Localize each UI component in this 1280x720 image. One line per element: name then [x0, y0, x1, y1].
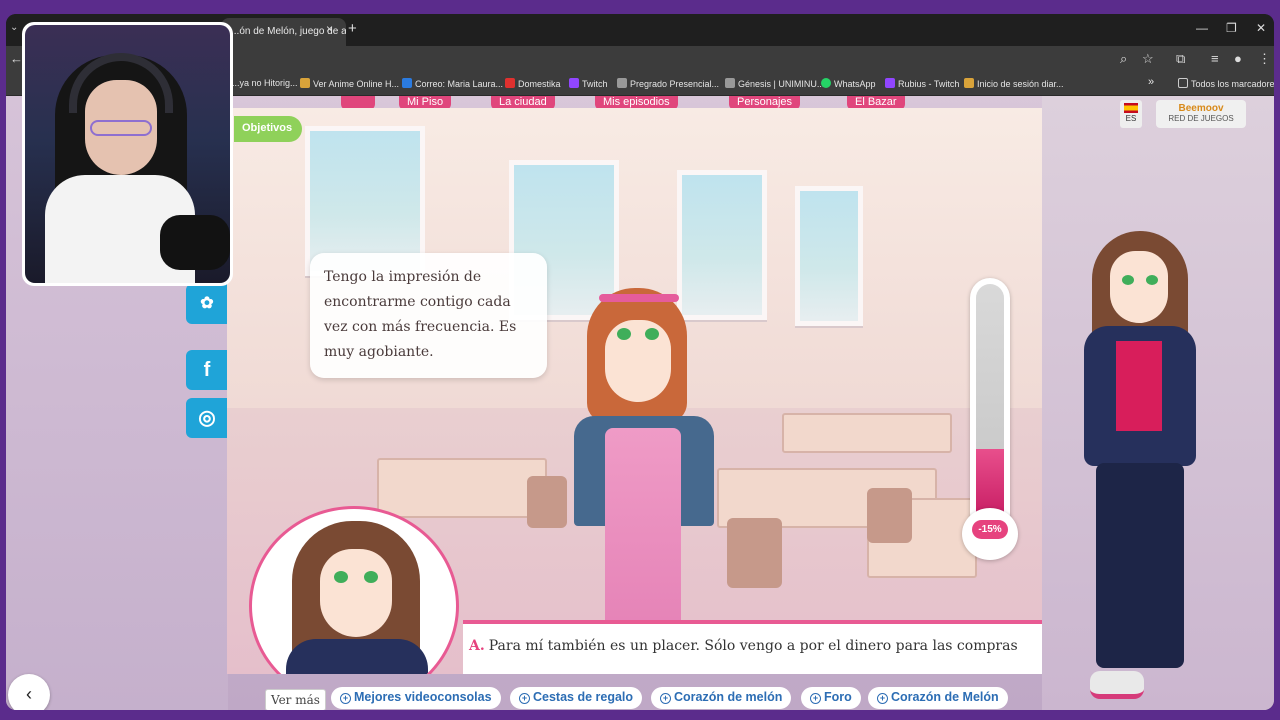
glasses — [90, 120, 152, 136]
plus-circle-icon: + — [519, 693, 530, 704]
bookmark-star-icon[interactable]: ☆ — [1142, 51, 1154, 67]
ver-mas-label: Ver más — [265, 689, 326, 710]
classroom-window — [795, 186, 863, 326]
bookmark-item[interactable]: ...ya no Hitorig... — [232, 78, 298, 88]
footer-link[interactable]: + Corazón de melón — [651, 687, 792, 709]
plus-circle-icon: + — [810, 693, 821, 704]
footer-link[interactable]: + Foro — [801, 687, 861, 709]
school-chair — [867, 488, 912, 543]
bookmark-item[interactable]: Génesis | UNIMINU... — [725, 78, 824, 89]
bookmark-item[interactable]: Correo: Maria Laura... — [402, 78, 503, 89]
new-tab-icon[interactable]: + — [348, 20, 357, 37]
bookmark-item[interactable]: WhatsApp — [821, 78, 876, 89]
tab-close-icon[interactable]: × — [326, 22, 333, 36]
bookmark-item[interactable]: Ver Anime Online H... — [300, 78, 399, 89]
footer-link[interactable]: + Corazón de Melón — [868, 687, 1008, 709]
school-desk — [377, 458, 547, 518]
plus-circle-icon: + — [877, 693, 888, 704]
school-desk — [782, 413, 952, 453]
answer-option[interactable]: A. Para mí también es un placer. Sólo ven… — [463, 620, 1042, 674]
npc-character — [569, 288, 719, 674]
footer-link[interactable]: + Cestas de regalo — [510, 687, 643, 709]
npc-eye — [617, 328, 631, 340]
network-logo[interactable]: Beemoov RED DE JUEGOS — [1156, 100, 1246, 128]
media-icon[interactable]: ≡ — [1211, 51, 1219, 66]
webcam-overlay — [22, 22, 233, 286]
npc-eye — [645, 328, 659, 340]
bookmark-favicon-icon — [885, 78, 895, 88]
answer-text: Para mí también es un placer. Sólo vengo… — [488, 638, 1018, 654]
extensions-icon[interactable]: ⧉ — [1176, 51, 1185, 67]
game-scene: Objetivos Tengo la impresión de encontra… — [227, 108, 1042, 674]
back-circle-icon[interactable]: ‹ — [8, 674, 50, 710]
bookmark-item[interactable]: Inicio de sesión diar... — [964, 78, 1064, 89]
school-chair — [527, 476, 567, 528]
plus-circle-icon: + — [660, 693, 671, 704]
school-chair — [727, 518, 782, 588]
folder-icon — [1178, 78, 1188, 88]
bookmark-item[interactable]: Twitch — [569, 78, 608, 89]
npc-headband — [599, 294, 679, 302]
love-meter-heart-icon: -15% — [962, 508, 1018, 560]
bookmark-favicon-icon — [821, 78, 831, 88]
maximize-icon[interactable]: ❐ — [1226, 21, 1237, 35]
instagram-button[interactable]: ◎ — [186, 398, 228, 438]
bookmarks-overflow-icon[interactable]: » — [1148, 76, 1154, 88]
microphone — [160, 215, 230, 270]
profile-avatar-icon[interactable]: ● — [1234, 51, 1242, 66]
minimize-icon[interactable]: — — [1196, 21, 1208, 35]
facebook-button[interactable]: f — [186, 350, 228, 390]
all-bookmarks-folder[interactable]: Todos los marcadores — [1178, 78, 1274, 89]
zoom-icon[interactable]: ⌕ — [1120, 51, 1127, 67]
bookmark-item[interactable]: Domestika — [505, 78, 561, 89]
spain-flag-icon — [1124, 103, 1138, 113]
love-meter-tube — [970, 278, 1010, 533]
npc-face — [605, 320, 671, 402]
bookmark-favicon-icon — [402, 78, 412, 88]
footer-link[interactable]: + Mejores videoconsolas — [331, 687, 501, 709]
settings-button[interactable]: ✿ — [186, 284, 228, 324]
answer-letter: A. — [469, 638, 485, 654]
player-avatar — [1070, 231, 1220, 710]
bookmark-favicon-icon — [617, 78, 627, 88]
plus-circle-icon: + — [340, 693, 351, 704]
bookmark-item[interactable]: Pregrado Presencial... — [617, 78, 719, 89]
bookmark-favicon-icon — [505, 78, 515, 88]
bookmark-favicon-icon — [725, 78, 735, 88]
avatar-shoes — [1090, 671, 1144, 699]
bookmark-item[interactable]: Rubius - Twitch — [885, 78, 959, 89]
love-meter: -15% — [962, 278, 1018, 598]
language-selector[interactable]: ES — [1120, 100, 1142, 128]
tab-search-icon[interactable]: ⌄ — [10, 22, 18, 33]
close-window-icon[interactable]: ✕ — [1256, 21, 1266, 35]
bookmark-favicon-icon — [300, 78, 310, 88]
objectives-button[interactable]: Objetivos — [234, 116, 303, 142]
menu-kebab-icon[interactable]: ⋮ — [1258, 51, 1271, 67]
dialogue-bubble: Tengo la impresión de encontrarme contig… — [310, 253, 547, 378]
bookmark-favicon-icon — [964, 78, 974, 88]
bookmark-favicon-icon — [569, 78, 579, 88]
love-meter-label: -15% — [972, 520, 1008, 539]
